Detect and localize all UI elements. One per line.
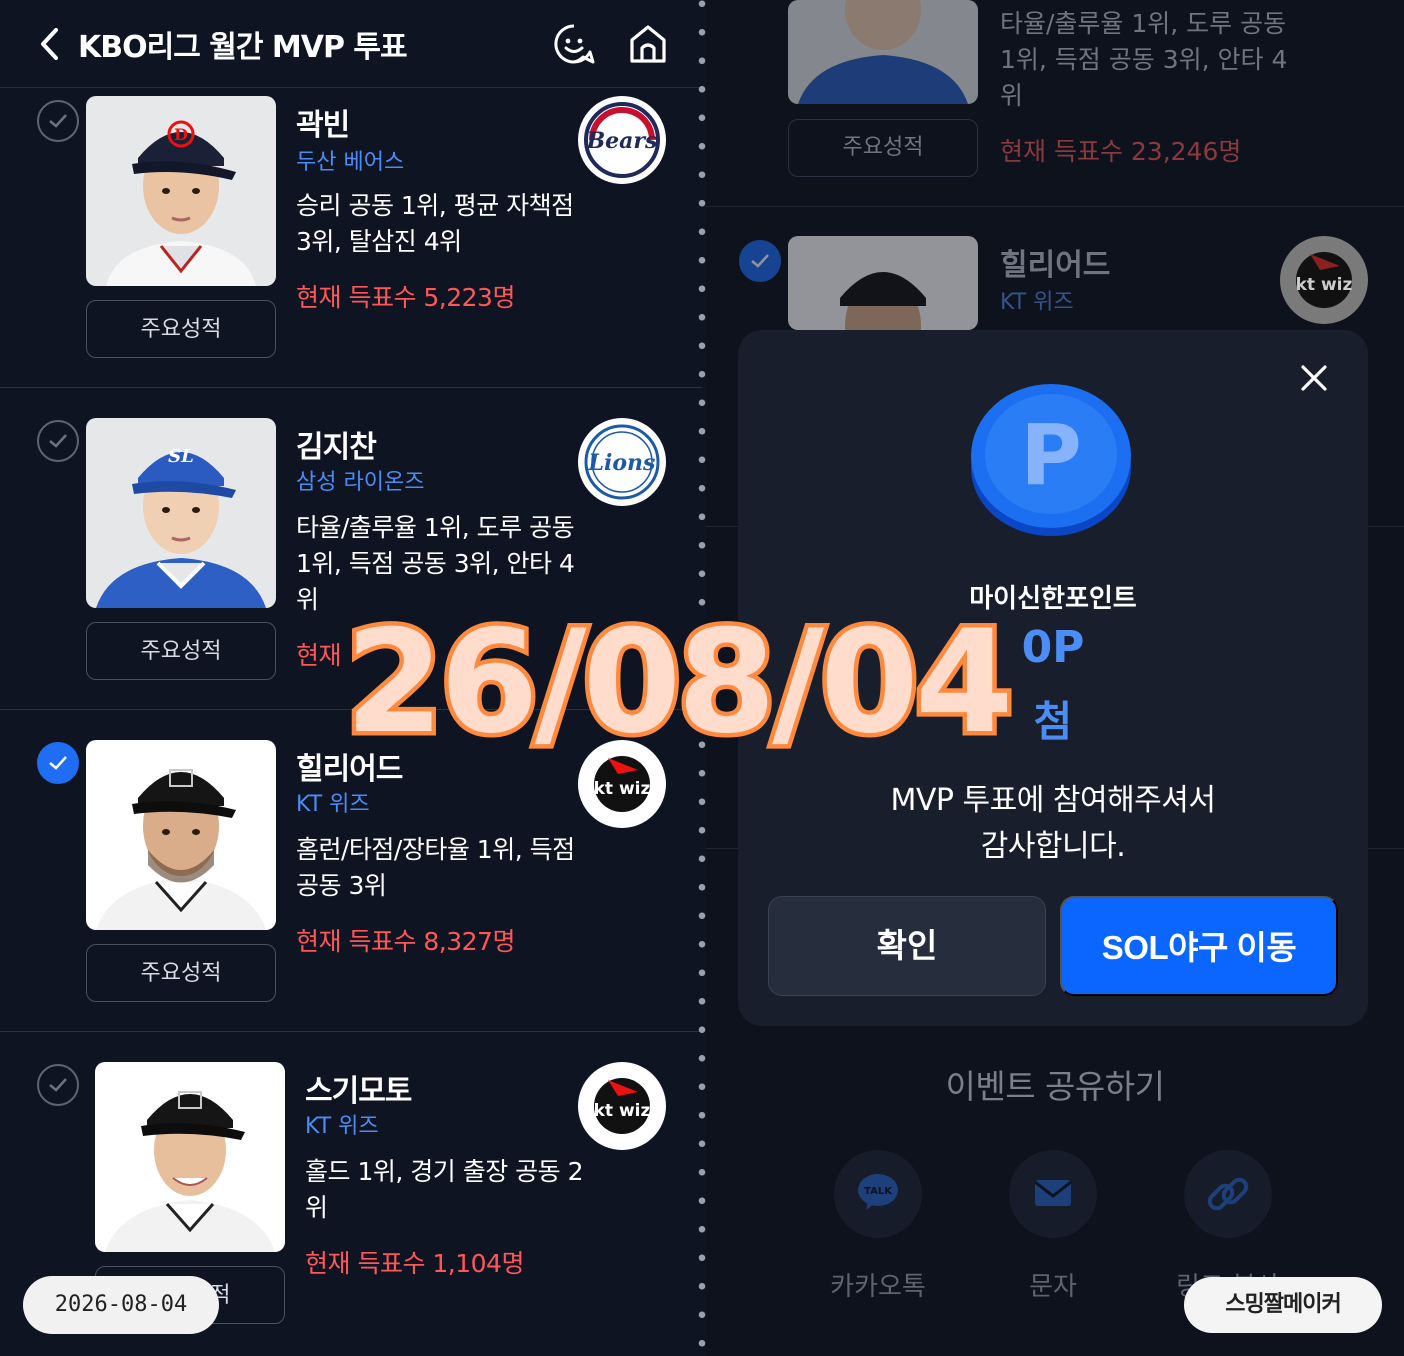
player-photo: SL	[86, 418, 276, 608]
svg-text:kt wiz: kt wiz	[594, 1101, 651, 1121]
sol-baseball-button[interactable]: SOL야구 이동	[1060, 896, 1338, 996]
home-icon[interactable]	[626, 22, 670, 66]
background-key-stats-button: 주요성적	[788, 119, 978, 177]
background-player-photo	[788, 236, 978, 330]
vote-checkbox[interactable]	[37, 420, 79, 462]
player-achievements: 홀드 1위, 경기 출장 공동 2위	[305, 1157, 584, 1222]
background-vote-count: 현재 득표수 23,246명	[1000, 137, 1242, 166]
check-icon	[49, 114, 67, 128]
top-header: KBO리그 월간 MVP 투표	[0, 0, 702, 88]
svg-text:kt wiz: kt wiz	[1296, 275, 1353, 295]
vote-checkbox[interactable]	[37, 100, 79, 142]
thanks-line-2: 감사합니다.	[980, 829, 1126, 864]
player-achievements: 홈런/타점/장타율 1위, 득점 공동 3위	[296, 835, 575, 900]
svg-text:D: D	[174, 125, 188, 144]
thanks-message: MVP 투표에 참여해주셔서 감사합니다.	[738, 778, 1368, 870]
vote-count: 현재	[296, 641, 342, 670]
player-photo	[86, 740, 276, 930]
key-stats-button[interactable]: 주요성적	[86, 944, 276, 1002]
vote-count: 현재 득표수 8,327명	[296, 927, 515, 956]
maker-watermark: 스밍짤메이커	[1184, 1277, 1382, 1333]
key-stats-button[interactable]: 주요성적	[86, 622, 276, 680]
link-icon	[1184, 1150, 1272, 1238]
check-icon	[751, 254, 769, 268]
svg-text:kt wiz: kt wiz	[594, 779, 651, 799]
svg-text:TALK: TALK	[864, 1186, 893, 1197]
point-coin-icon: P	[971, 384, 1131, 536]
svg-text:Bears: Bears	[586, 128, 658, 154]
player-team: 두산 베어스	[296, 150, 405, 175]
share-sms[interactable]: 문자	[993, 1150, 1113, 1303]
vote-count: 현재 득표수 1,104명	[305, 1249, 524, 1278]
player-photo	[95, 1062, 285, 1252]
share-event-title: 이벤트 공유하기	[945, 1067, 1165, 1106]
check-icon	[49, 434, 67, 448]
background-vote-checkbox	[739, 240, 781, 282]
check-icon	[49, 756, 67, 770]
player-team: KT 위즈	[296, 792, 370, 817]
player-name: 곽빈	[296, 108, 350, 143]
close-icon[interactable]	[1298, 362, 1330, 394]
vote-checkbox[interactable]	[37, 1064, 79, 1106]
background-player-name: 힐리어드	[1000, 248, 1111, 283]
background-player-team: KT 위즈	[1000, 290, 1074, 315]
team-logo: Lions	[578, 418, 666, 506]
svg-text:Lions: Lions	[588, 450, 656, 476]
background-team-logo: kt wiz	[1280, 236, 1368, 324]
vote-count: 현재 득표수 5,223명	[296, 283, 515, 312]
background-separator	[706, 206, 1404, 207]
screen: KBO리그 월간 MVP 투표 D 주요성적 곽빈 두산 베어스 승리 공동 1…	[0, 0, 1404, 1356]
player-team: KT 위즈	[305, 1114, 379, 1139]
chatbot-smile-icon[interactable]	[552, 22, 596, 66]
confirm-button[interactable]: 확인	[768, 896, 1046, 996]
kakaotalk-icon: TALK	[834, 1150, 922, 1238]
page-title: KBO리그 월간 MVP 투표	[78, 30, 408, 65]
key-stats-button[interactable]: 주요성적	[86, 300, 276, 358]
player-achievements: 승리 공동 1위, 평균 자책점 3위, 탈삼진 4위	[296, 191, 574, 256]
background-player-photo	[788, 0, 978, 104]
svg-text:P: P	[1020, 406, 1082, 504]
share-label: 문자	[1029, 1272, 1077, 1302]
player-name: 김지찬	[296, 430, 377, 465]
team-logo: kt wiz	[578, 1062, 666, 1150]
player-card: D 주요성적 곽빈 두산 베어스 승리 공동 1위, 평균 자책점 3위, 탈삼…	[0, 88, 702, 388]
share-label: 카카오톡	[830, 1272, 926, 1302]
svg-text:SL: SL	[168, 446, 194, 467]
background-player-achievements: 타율/출루율 1위, 도루 공동 1위, 득점 공동 3위, 안타 4위	[1000, 9, 1288, 110]
player-photo: D	[86, 96, 276, 286]
mail-icon	[1009, 1150, 1097, 1238]
check-icon	[49, 1078, 67, 1092]
team-logo: Bears	[578, 96, 666, 184]
thanks-line-1: MVP 투표에 참여해주셔서	[890, 783, 1216, 818]
player-name: 스기모토	[305, 1074, 412, 1109]
share-kakaotalk[interactable]: TALK 카카오톡	[818, 1150, 938, 1303]
date-stamp-overlay: 26/08/04	[341, 596, 1019, 770]
vote-checkbox[interactable]	[37, 742, 79, 784]
back-arrow-icon[interactable]	[34, 24, 64, 64]
player-team: 삼성 라이온즈	[296, 470, 425, 495]
date-pill: 2026-08-04	[23, 1276, 219, 1334]
